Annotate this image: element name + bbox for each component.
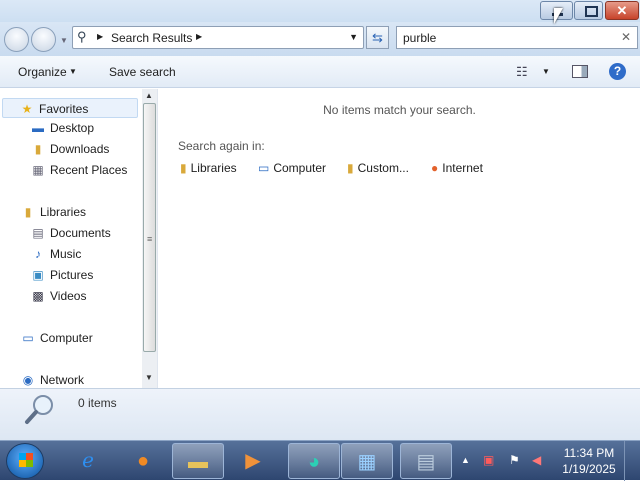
back-button[interactable] (4, 27, 29, 52)
mouse-cursor-icon (554, 8, 563, 24)
details-pane: 0 items (0, 388, 640, 440)
search-location-libraries[interactable]: ▮ Libraries (180, 161, 237, 175)
custom-folder-icon: ▮ (347, 161, 354, 175)
notification-area: ▲ ▣ ⚑ ◀ (458, 441, 558, 481)
clock-date: 1/19/2025 (562, 462, 616, 476)
sidebar-item-pictures[interactable]: ▣ Pictures (30, 265, 93, 285)
action-center-flag-icon[interactable]: ⚑ (509, 453, 520, 467)
documents-icon: ▤ (32, 226, 44, 240)
scrollbar-thumb[interactable]: ≡ (143, 103, 156, 352)
sidebar-item-desktop[interactable]: ▬ Desktop (30, 118, 94, 138)
computer-icon: ▭ (258, 161, 270, 175)
show-hidden-icons-icon[interactable]: ▲ (461, 455, 470, 465)
network-error-icon[interactable]: ▣ (483, 453, 494, 467)
sidebar-item-videos[interactable]: ▩ Videos (30, 286, 86, 306)
firefox-icon: ● (431, 161, 439, 175)
installer-taskbar-button[interactable]: ▤ (400, 443, 452, 479)
explorer-taskbar-button[interactable]: ▬ (172, 443, 224, 479)
title-bar: ✕ (0, 0, 640, 22)
search-input[interactable]: purble (403, 31, 436, 45)
view-options-dropdown-icon[interactable]: ▼ (542, 67, 550, 76)
videos-icon: ▩ (32, 289, 44, 303)
preview-pane-icon[interactable] (572, 65, 588, 78)
sidebar-item-network[interactable]: ◉ Network (20, 370, 84, 388)
sidebar-item-favorites[interactable]: ★ Favorites (2, 98, 138, 118)
breadcrumb-arrow-icon[interactable]: ▶ (196, 32, 202, 41)
search-box[interactable]: purble ✕ (396, 26, 638, 49)
computer-icon: ▭ (22, 331, 34, 345)
navigation-bar: ▼ ⚲ ▶ Search Results ▶ ▼ ⇆ purble ✕ (0, 22, 640, 56)
recent-places-icon: ▦ (32, 163, 44, 177)
results-pane: No items match your search. Search again… (159, 89, 640, 388)
pictures-icon: ▣ (32, 268, 44, 282)
music-icon: ♪ (35, 247, 41, 261)
search-again-label: Search again in: (178, 139, 265, 153)
taskbar: ℯ ● ▬ ▶ ◕ ▦ ▤ ▲ ▣ ⚑ ◀ 11:34 PM 1/19/2025 (0, 440, 640, 481)
volume-muted-icon[interactable]: ◀ (532, 453, 541, 467)
clock-time: 11:34 PM (563, 446, 615, 460)
search-location-custom[interactable]: ▮ Custom... (347, 161, 409, 175)
address-bar[interactable]: ⚲ ▶ Search Results ▶ ▼ (72, 26, 364, 49)
recent-pages-dropdown-icon[interactable]: ▼ (60, 36, 68, 45)
empty-message: No items match your search. (323, 103, 476, 117)
clear-search-icon[interactable]: ✕ (621, 30, 631, 44)
clock[interactable]: 11:34 PM 1/19/2025 (560, 445, 618, 477)
change-view-icon[interactable]: ☷ (516, 64, 528, 80)
search-location-computer[interactable]: ▭ Computer (258, 161, 326, 175)
chevron-down-icon[interactable]: ▼ (69, 67, 77, 76)
windows-logo-icon (19, 453, 33, 467)
grip-icon: ≡ (147, 234, 153, 244)
sidebar-item-downloads[interactable]: ▮ Downloads (30, 139, 110, 159)
sidebar-item-computer[interactable]: ▭ Computer (20, 328, 92, 348)
desktop-icon: ▬ (32, 121, 44, 135)
help-icon[interactable]: ? (609, 63, 626, 80)
media-player-icon[interactable]: ▶ (227, 443, 279, 479)
sidebar-item-documents[interactable]: ▤ Documents (30, 223, 110, 243)
refresh-button[interactable]: ⇆ (366, 26, 389, 49)
maximize-button[interactable] (574, 1, 603, 20)
search-location-internet[interactable]: ● Internet (431, 161, 483, 175)
app-taskbar-button[interactable]: ◕ (288, 443, 340, 479)
item-count: 0 items (78, 396, 117, 410)
navigation-pane: ★ Favorites ▬ Desktop ▮ Downloads ▦ Recent P… (0, 89, 158, 388)
scroll-down-icon[interactable]: ▼ (145, 373, 153, 382)
firefox-icon[interactable]: ● (117, 443, 169, 479)
control-panel-taskbar-button[interactable]: ▦ (341, 443, 393, 479)
close-icon: ✕ (616, 3, 628, 18)
sidebar-scrollbar[interactable]: ▲ ≡ ▼ (142, 89, 157, 388)
start-button[interactable] (6, 443, 44, 479)
command-bar: Organize ▼ Save search ☷ ▼ ? (0, 56, 640, 88)
network-icon: ◉ (22, 373, 34, 387)
breadcrumb-search-results[interactable]: Search Results (111, 31, 192, 45)
search-results-icon: ⚲ (77, 29, 87, 44)
internet-explorer-icon[interactable]: ℯ (62, 443, 114, 479)
scroll-up-icon[interactable]: ▲ (145, 91, 153, 100)
libraries-icon: ▮ (24, 205, 32, 219)
sidebar-item-libraries[interactable]: ▮ Libraries (20, 202, 86, 222)
search-magnifier-icon (25, 395, 53, 424)
refresh-icon: ⇆ (372, 30, 383, 45)
forward-button[interactable] (31, 27, 56, 52)
sidebar-item-music[interactable]: ♪ Music (30, 244, 81, 264)
address-dropdown-icon[interactable]: ▼ (349, 32, 358, 42)
show-desktop-button[interactable] (624, 441, 640, 481)
downloads-folder-icon: ▮ (34, 142, 42, 156)
libraries-icon: ▮ (180, 161, 187, 175)
save-search-button[interactable]: Save search (109, 65, 176, 79)
star-icon: ★ (21, 102, 33, 116)
breadcrumb-arrow-icon[interactable]: ▶ (97, 32, 103, 41)
organize-button[interactable]: Organize (18, 65, 67, 79)
close-button[interactable]: ✕ (605, 1, 639, 20)
sidebar-item-recent-places[interactable]: ▦ Recent Places (30, 160, 127, 180)
